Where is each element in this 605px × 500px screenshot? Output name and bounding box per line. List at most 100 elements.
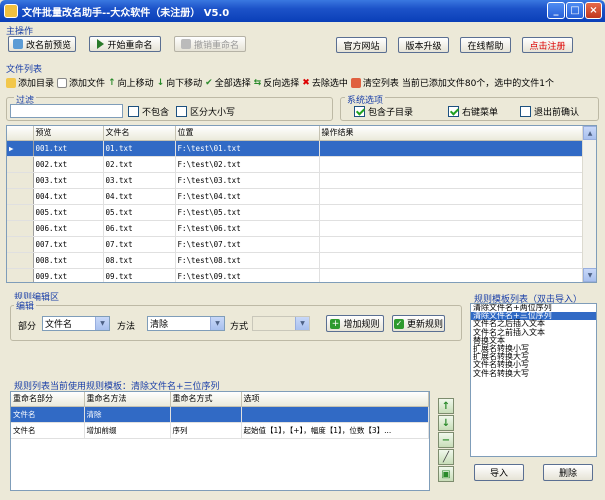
row-indicator[interactable]: ▶ [7,140,34,157]
filter-input[interactable] [10,104,123,118]
help-button[interactable]: 在线帮助 [460,37,511,53]
table-cell: 01.txt [103,140,176,157]
rules-col-options[interactable]: 选项 [241,392,429,407]
rules-col-mode[interactable]: 重命名方式 [170,392,242,407]
close-button[interactable]: × [585,2,602,19]
rule-cell: 文件名 [11,422,85,439]
mode-select[interactable]: ▼ [252,316,310,331]
exit-confirm-checkbox[interactable]: 退出前确认 [520,105,579,118]
table-row[interactable]: 006.txt 06.txt F:\test\06.txt [7,220,583,237]
table-cell: F:\test\03.txt [175,172,320,189]
table-cell: 007.txt [33,236,104,253]
rule-row[interactable]: 文件名 增加前缀 序列 起始值【1】，【+】，幅度【1】，位数【3】... [11,422,429,439]
row-indicator[interactable] [7,156,34,173]
part-select[interactable]: 文件名 ▼ [42,316,110,331]
maximize-button[interactable]: □ [566,2,584,19]
table-cell [319,252,583,269]
col-preview[interactable]: 预览 [33,126,104,141]
template-list[interactable]: 清除文件名+两位序列 清除文件名+三位序列 文件名之后插入文本 文件名之前插入文本 替换… [470,303,597,457]
import-template-button[interactable]: 导入 [474,464,524,481]
method-select[interactable]: 清除 ▼ [147,316,225,331]
table-cell: 005.txt [33,204,104,221]
move-up-button[interactable]: ↑ 向上移动 [108,76,154,90]
table-row[interactable]: 005.txt 05.txt F:\test\05.txt [7,204,583,221]
start-rename-button[interactable]: 开始重命名 [89,36,161,52]
add-file-button[interactable]: 添加文件 [57,76,105,89]
not-contain-box[interactable] [128,106,139,117]
folder-icon [6,77,16,88]
rules-col-method[interactable]: 重命名方法 [84,392,171,407]
preview-button[interactable]: 改名前预览 [8,36,76,52]
add-dir-button[interactable]: 添加目录 [6,76,54,89]
case-sensitive-checkbox[interactable]: 区分大小写 [176,105,235,118]
row-indicator[interactable] [7,236,34,253]
row-indicator[interactable] [7,188,34,205]
table-cell [319,268,583,282]
scroll-up-arrow[interactable]: ▲ [583,126,596,140]
context-menu-checkbox[interactable]: 右键菜单 [448,105,498,118]
delete-template-button[interactable]: 删除 [543,464,593,481]
table-cell: 008.txt [33,252,104,269]
col-result[interactable]: 操作结果 [319,126,583,141]
select-all-button[interactable]: ✔ 全部选择 [205,76,251,90]
include-subdir-checkbox[interactable]: 包含子目录 [354,105,413,118]
file-grid: 预览 文件名 位置 操作结果 ▶ 001.txt 01.txt F:\test\01.… [6,125,597,283]
add-rule-button[interactable]: + 增加规则 [326,315,384,332]
col-filename[interactable]: 文件名 [103,126,176,141]
register-button[interactable]: 点击注册 [522,37,573,53]
website-button[interactable]: 官方网站 [336,37,387,53]
row-indicator[interactable] [7,268,34,282]
table-cell [319,188,583,205]
not-contain-checkbox[interactable]: 不包含 [128,105,169,118]
table-row[interactable]: 002.txt 02.txt F:\test\02.txt [7,156,583,173]
check-icon: ✔ [205,77,213,88]
table-row[interactable]: 008.txt 08.txt F:\test\08.txt [7,252,583,269]
table-cell: F:\test\04.txt [175,188,320,205]
undo-rename-button[interactable]: 撤销重命名 [174,36,246,52]
clear-list-button[interactable]: 清空列表 [350,76,399,89]
col-location[interactable]: 位置 [175,126,320,141]
row-indicator[interactable] [7,220,34,237]
template-item[interactable]: 文件名转换大写 [471,369,596,378]
invert-select-button[interactable]: ⇆ 反向选择 [253,76,300,90]
upgrade-button[interactable]: 版本升级 [398,37,449,53]
delete-x-icon: ✖ [302,77,310,88]
move-down-button[interactable]: ↓ 向下移动 [157,76,203,90]
row-indicator[interactable] [7,172,34,189]
include-subdir-box[interactable] [354,106,365,117]
table-cell: 006.txt [33,220,104,237]
file-icon [57,77,68,88]
invert-icon: ⇆ [253,77,262,88]
rule-edit-button[interactable]: ╱ [438,449,454,465]
table-row[interactable]: 007.txt 07.txt F:\test\07.txt [7,236,583,253]
file-grid-scrollbar[interactable]: ▲ ▼ [582,126,596,282]
table-row[interactable]: 009.txt 09.txt F:\test\09.txt [7,268,583,282]
rule-remove-button[interactable]: − [438,432,454,448]
rule-move-up-button[interactable]: ↑ [438,398,454,414]
exit-confirm-box[interactable] [520,106,531,117]
table-row[interactable]: 004.txt 04.txt F:\test\04.txt [7,188,583,205]
scroll-track[interactable] [583,140,596,268]
rules-col-part[interactable]: 重命名部分 [11,392,85,407]
remove-selected-button[interactable]: ✖ 去除选中 [302,76,348,90]
table-cell: 04.txt [103,188,176,205]
table-row[interactable]: 003.txt 03.txt F:\test\03.txt [7,172,583,189]
minimize-button[interactable]: _ [547,2,565,19]
rule-cell: 文件名 [11,406,85,423]
rule-save-button[interactable]: ▣ [438,466,454,482]
rule-cell: 增加前缀 [84,422,171,439]
pencil-icon: ╱ [442,451,450,463]
rule-row[interactable]: 文件名 清除 [11,406,429,423]
row-indicator[interactable] [7,204,34,221]
case-sensitive-box[interactable] [176,106,187,117]
scroll-down-arrow[interactable]: ▼ [583,268,596,282]
rule-cell: 清除 [84,406,171,423]
update-rule-button[interactable]: ✓ 更新规则 [392,315,445,332]
table-cell: 002.txt [33,156,104,173]
table-row[interactable]: ▶ 001.txt 01.txt F:\test\01.txt [7,140,583,157]
row-indicator[interactable] [7,252,34,269]
rule-move-down-button[interactable]: ↓ [438,415,454,431]
table-cell: F:\test\01.txt [175,140,320,157]
context-menu-box[interactable] [448,106,459,117]
table-cell [319,204,583,221]
